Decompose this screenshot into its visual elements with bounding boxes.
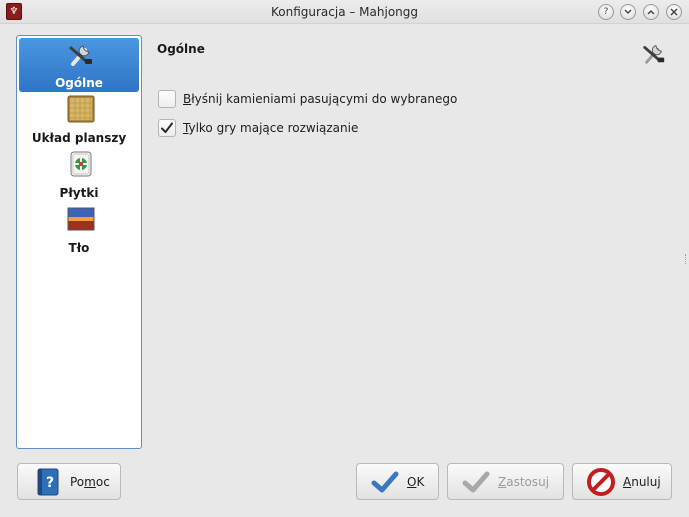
tools-icon — [69, 45, 92, 66]
sidebar-item-general[interactable]: Ogólne — [19, 38, 139, 92]
apply-button[interactable]: Zastosuj — [447, 463, 564, 500]
sidebar-item-label: Układ planszy — [31, 131, 127, 145]
board-layout-icon — [67, 95, 95, 123]
tools-icon — [643, 45, 665, 64]
sidebar: Ogólne Układ planszy Płytki Tło — [16, 35, 142, 449]
resize-grip[interactable] — [685, 254, 687, 264]
background-image-icon — [67, 207, 95, 231]
sidebar-item-tiles[interactable]: Płytki — [19, 148, 139, 202]
sidebar-item-label: Płytki — [59, 186, 99, 200]
sidebar-item-label: Tło — [68, 241, 90, 255]
help-book-icon: ? — [37, 468, 59, 495]
checkmark-icon — [462, 471, 490, 492]
apply-button-label: Zastosuj — [498, 474, 550, 489]
cancel-icon — [587, 467, 615, 496]
close-icon[interactable] — [666, 4, 682, 20]
page-title: Ogólne — [157, 42, 205, 56]
ok-button-label: OK — [407, 474, 425, 489]
chevron-up-icon[interactable] — [643, 4, 659, 20]
solvable-games-option[interactable]: Tylko gry mające rozwiązanie — [158, 119, 358, 137]
help-button-label: Pomoc — [70, 474, 110, 489]
tiles-icon — [70, 151, 92, 177]
solvable-games-label: Tylko gry mające rozwiązanie — [183, 121, 359, 135]
checkmark-icon — [161, 122, 173, 133]
solvable-games-checkbox[interactable] — [158, 119, 176, 137]
window-title: Konfiguracja – Mahjongg — [270, 5, 419, 19]
help-icon[interactable]: ? — [598, 4, 614, 20]
title-bar[interactable]: ♆ Konfiguracja – Mahjongg ? — [0, 0, 689, 24]
sidebar-item-board-layout[interactable]: Układ planszy — [19, 93, 139, 147]
svg-text:?: ? — [46, 475, 54, 491]
help-button[interactable]: ? Pomoc — [17, 463, 121, 500]
checkmark-icon — [371, 471, 399, 492]
flash-matching-tiles-checkbox[interactable] — [158, 90, 176, 108]
cancel-button[interactable]: Anuluj — [572, 463, 672, 500]
cancel-button-label: Anuluj — [623, 474, 661, 489]
ok-button[interactable]: OK — [356, 463, 439, 500]
flash-matching-tiles-label: Błyśnij kamieniami pasującymi do wybrane… — [183, 92, 458, 106]
sidebar-item-label: Ogólne — [55, 76, 103, 90]
sidebar-item-background[interactable]: Tło — [19, 203, 139, 257]
chevron-down-icon[interactable] — [620, 4, 636, 20]
flash-matching-tiles-option[interactable]: Błyśnij kamieniami pasującymi do wybrane… — [158, 90, 457, 108]
